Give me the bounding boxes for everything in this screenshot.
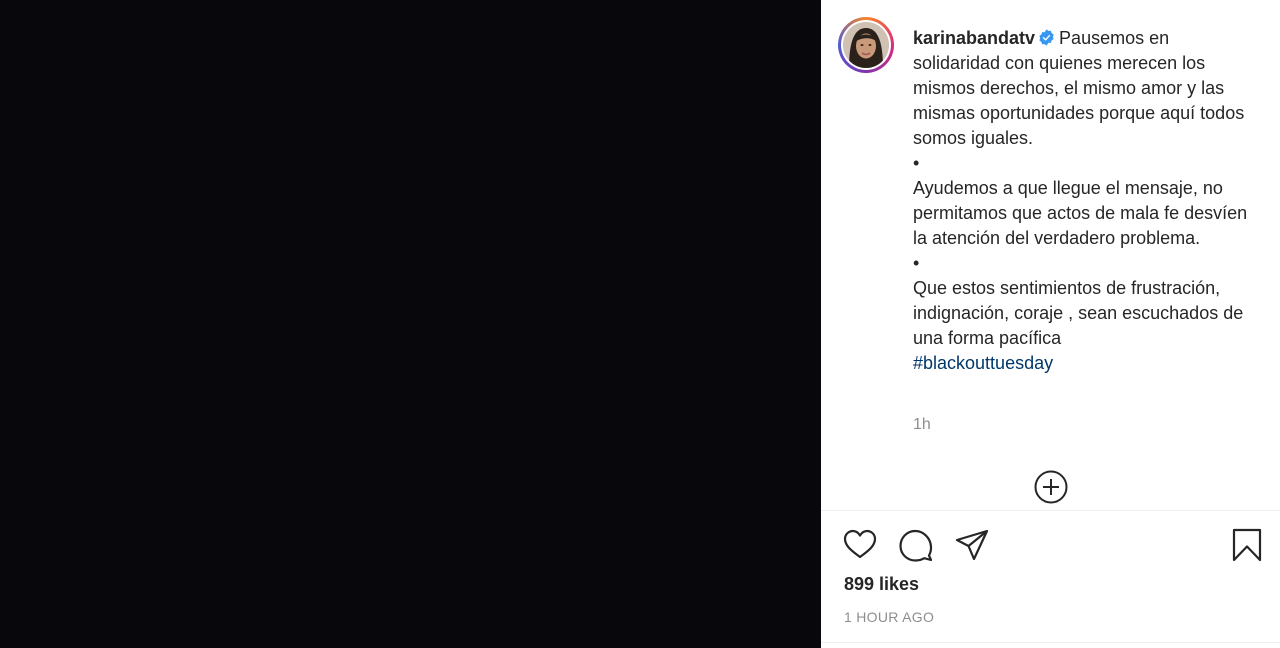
bookmark-icon: [1232, 528, 1262, 562]
avatar[interactable]: [843, 22, 889, 68]
verified-badge-icon: [1039, 29, 1054, 46]
bottom-divider: [821, 642, 1280, 643]
caption-bullet-2: •: [913, 253, 920, 273]
plus-circle-icon: [1034, 470, 1068, 504]
post-side-panel: karinabandatv Pausemos en solidaridad con…: [821, 0, 1280, 648]
likes-count[interactable]: 899 likes: [844, 574, 919, 595]
share-button[interactable]: [954, 527, 990, 563]
save-button[interactable]: [1229, 527, 1265, 563]
avatar-story-ring[interactable]: [838, 17, 894, 73]
avatar-portrait-icon: [843, 22, 889, 68]
heart-icon: [843, 529, 877, 559]
caption-bullet-1: •: [913, 153, 920, 173]
post-actions-section: 899 likes 1 HOUR AGO: [821, 511, 1280, 648]
post-caption: karinabandatv Pausemos en solidaridad con…: [913, 26, 1258, 376]
comment-button[interactable]: [898, 527, 934, 563]
relative-time[interactable]: 1h: [913, 416, 931, 434]
send-icon: [955, 529, 989, 561]
caption-paragraph-2: Ayudemos a que llegue el mensaje, no per…: [913, 178, 1248, 248]
hashtag-link[interactable]: #blackouttuesday: [913, 351, 1258, 376]
like-button[interactable]: [842, 527, 878, 563]
caption-paragraph-3: Que estos sentimientos de frustración, i…: [913, 278, 1244, 348]
username-link[interactable]: karinabandatv: [913, 28, 1035, 48]
load-more-comments-button[interactable]: [1033, 469, 1069, 505]
posted-time[interactable]: 1 HOUR AGO: [844, 609, 934, 625]
post-media-black-image[interactable]: [0, 0, 821, 648]
caption-area: karinabandatv Pausemos en solidaridad con…: [821, 0, 1280, 510]
comment-icon: [899, 529, 933, 562]
